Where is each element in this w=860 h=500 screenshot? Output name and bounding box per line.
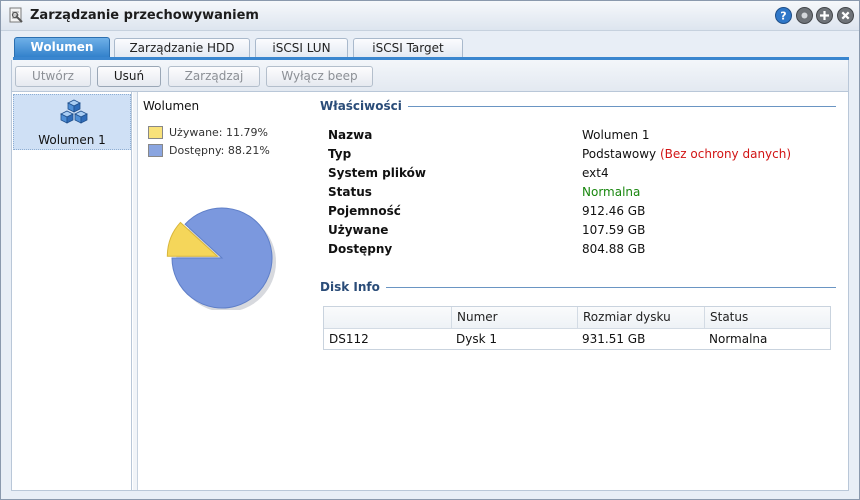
properties-section-title: Właściwości <box>320 99 408 113</box>
chart-title: Wolumen <box>143 99 200 113</box>
help-icon[interactable]: ? <box>775 7 792 24</box>
window-title: Zarządzanie przechowywaniem <box>30 8 259 23</box>
storage-app-icon <box>8 7 24 24</box>
manage-button[interactable]: Zarządzaj <box>168 66 260 87</box>
prop-value-used: 107.59 GB <box>582 223 646 237</box>
pie-slice-available <box>171 207 273 309</box>
disk-cell-device[interactable]: DS112 <box>324 329 451 349</box>
column-header-status[interactable]: Status <box>704 307 830 329</box>
column-header-device[interactable] <box>324 307 451 329</box>
content-area: Wolumen 1 Wolumen Używane: 11.79% Dostęp… <box>11 92 849 491</box>
usage-pie-chart <box>166 207 276 310</box>
prop-label-type: Typ <box>328 147 352 161</box>
legend-available-label: Dostępny: 88.21% <box>169 144 270 157</box>
close-icon[interactable] <box>837 7 854 24</box>
disk-table-header: Numer Rozmiar dysku Status <box>324 307 830 329</box>
minimize-icon[interactable] <box>796 7 813 24</box>
prop-label-name: Nazwa <box>328 128 373 142</box>
storage-manager-window: Zarządzanie przechowywaniem ? Wolumen Za… <box>0 0 860 500</box>
column-header-number[interactable]: Numer <box>451 307 577 329</box>
create-button[interactable]: Utwórz <box>15 66 91 87</box>
volume-label: Wolumen 1 <box>38 133 106 147</box>
tab-strip: Wolumen Zarządzanie HDD iSCSI LUN iSCSI … <box>1 31 859 59</box>
delete-button[interactable]: Usuń <box>97 66 161 87</box>
svg-text:?: ? <box>780 10 786 23</box>
prop-label-filesystem: System plików <box>328 166 426 180</box>
title-bar[interactable]: Zarządzanie przechowywaniem ? <box>1 1 859 31</box>
prop-value-type-warning: (Bez ochrony danych) <box>659 147 792 161</box>
disable-beep-button[interactable]: Wyłącz beep <box>266 66 373 87</box>
prop-label-status: Status <box>328 185 372 199</box>
legend-swatch-used <box>148 126 163 139</box>
prop-label-available: Dostępny <box>328 242 393 256</box>
prop-value-capacity: 912.46 GB <box>582 204 646 218</box>
volume-list-item[interactable]: Wolumen 1 <box>13 94 131 150</box>
column-header-size[interactable]: Rozmiar dysku <box>577 307 704 329</box>
tab-zarzadzanie-hdd[interactable]: Zarządzanie HDD <box>114 38 250 58</box>
prop-label-used: Używane <box>328 223 389 237</box>
maximize-icon[interactable] <box>816 7 833 24</box>
prop-value-filesystem: ext4 <box>582 166 609 180</box>
disk-info-divider <box>320 287 836 288</box>
legend-swatch-available <box>148 144 163 157</box>
disk-info-section-title: Disk Info <box>320 280 386 294</box>
disk-info-table: Numer Rozmiar dysku Status DS112 Dysk 1 … <box>323 306 831 350</box>
tab-wolumen[interactable]: Wolumen <box>14 37 110 59</box>
prop-label-capacity: Pojemność <box>328 204 401 218</box>
splitter[interactable] <box>133 92 138 490</box>
prop-value-name: Wolumen 1 <box>582 128 650 142</box>
volume-list: Wolumen 1 <box>12 92 132 490</box>
disk-cell-size[interactable]: 931.51 GB <box>577 329 704 349</box>
toolbar: Utwórz Usuń Zarządzaj Wyłącz beep <box>11 60 849 92</box>
tab-iscsi-target[interactable]: iSCSI Target <box>353 38 463 58</box>
prop-value-available: 804.88 GB <box>582 242 646 256</box>
volume-cubes-icon <box>58 99 90 129</box>
prop-value-type-text: Podstawowy <box>582 147 657 161</box>
legend-used-label: Używane: 11.79% <box>169 126 268 139</box>
prop-value-status: Normalna <box>582 185 641 199</box>
disk-cell-status[interactable]: Normalna <box>704 329 830 349</box>
prop-value-type: Podstawowy (Bez ochrony danych) <box>582 147 791 161</box>
tab-iscsi-lun[interactable]: iSCSI LUN <box>255 38 348 58</box>
disk-cell-number[interactable]: Dysk 1 <box>451 329 577 349</box>
